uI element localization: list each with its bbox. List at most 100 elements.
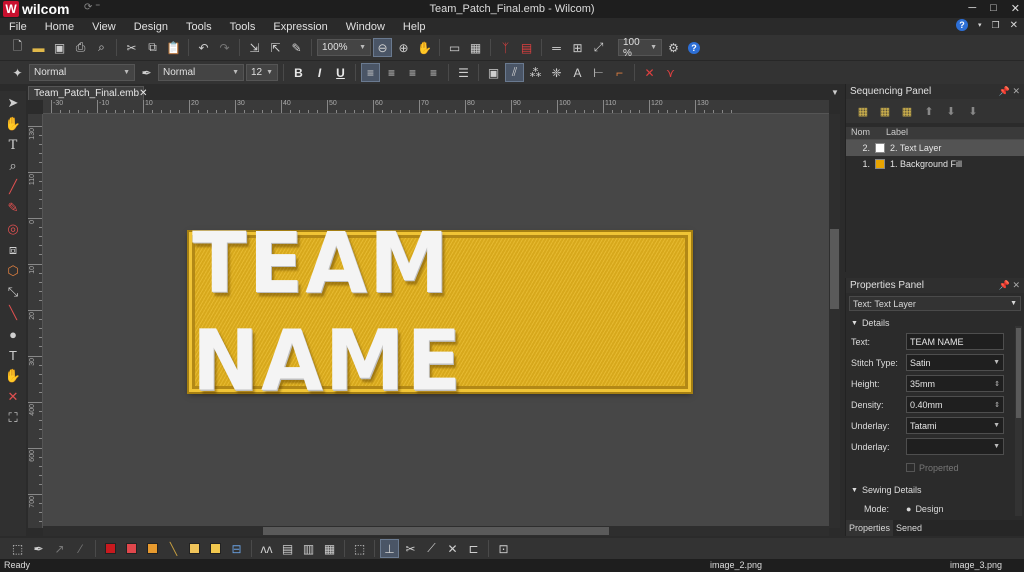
help-icon[interactable]: ?: [956, 19, 969, 31]
line-icon[interactable]: ╲: [164, 539, 183, 558]
stitch-red2-icon[interactable]: ▤: [517, 38, 536, 57]
list-icon[interactable]: ☰: [454, 63, 473, 82]
color-tool-icon[interactable]: ●: [2, 324, 24, 344]
open-folder-icon[interactable]: ▬: [29, 38, 48, 57]
grid-view-icon[interactable]: ▦: [466, 38, 485, 57]
move-down-icon[interactable]: ⬇: [942, 102, 960, 120]
font-size-select[interactable]: 12 ▼: [246, 64, 278, 81]
text-tool-icon[interactable]: T: [2, 135, 24, 155]
menu-design[interactable]: Design: [125, 21, 177, 33]
color-swatch-gold[interactable]: [189, 543, 200, 554]
node-tool-icon[interactable]: ⬡: [2, 261, 24, 281]
menu-tools-2[interactable]: Tools: [221, 21, 265, 33]
stitch-type-select[interactable]: Satin ▼: [906, 354, 1004, 371]
paste-icon[interactable]: 📋: [164, 38, 183, 57]
object-properties-icon[interactable]: ✦: [8, 63, 27, 82]
properted-checkbox[interactable]: [906, 463, 915, 472]
move-bottom-icon[interactable]: ⬇: [964, 102, 982, 120]
brush-icon[interactable]: ✎: [287, 38, 306, 57]
measure-icon[interactable]: ═: [547, 38, 566, 57]
eyedropper-icon[interactable]: ✒: [29, 539, 48, 558]
hand2-tool-icon[interactable]: ✋: [2, 366, 24, 386]
font-select[interactable]: Normal ▼: [158, 64, 244, 81]
branching-icon[interactable]: ⁂: [526, 63, 545, 82]
letter-spacing-icon[interactable]: A: [568, 63, 587, 82]
horizontal-scrollbar[interactable]: [43, 526, 829, 536]
shape-icon[interactable]: ▣: [484, 63, 503, 82]
zoom-tool-icon[interactable]: ⌕: [2, 156, 24, 176]
menu-tools[interactable]: Tools: [177, 21, 221, 33]
cut-icon[interactable]: ✂: [122, 38, 141, 57]
design-canvas[interactable]: TEAM NAME: [43, 114, 829, 528]
zoom-in-icon[interactable]: ⊕: [394, 38, 413, 57]
measure-line-icon[interactable]: ⟋: [422, 539, 441, 558]
underlay-select[interactable]: Tatami ▼: [906, 417, 1004, 434]
menu-window[interactable]: Window: [337, 21, 394, 33]
hoop-frame-icon[interactable]: ⊡: [494, 539, 513, 558]
toolbar-help-icon[interactable]: ?: [688, 41, 700, 54]
effects-icon[interactable]: ❈: [547, 63, 566, 82]
pencil-tool-icon[interactable]: ✎: [2, 198, 24, 218]
print-preview-icon[interactable]: ⌕: [92, 38, 111, 57]
text-field[interactable]: TEAM NAME: [906, 333, 1004, 350]
pin-icon[interactable]: 📌 ✕: [999, 86, 1020, 97]
restore-icon[interactable]: ❐: [992, 20, 1000, 31]
crosshair-icon[interactable]: ✕: [443, 539, 462, 558]
document-tab[interactable]: Team_Patch_Final.emb ✕: [28, 86, 147, 100]
minimize-icon[interactable]: ─: [968, 2, 976, 15]
color-swatch-red[interactable]: [105, 543, 116, 554]
hand-icon[interactable]: ✋: [2, 114, 24, 134]
menu-home[interactable]: Home: [36, 21, 83, 33]
wave-icon[interactable]: ᴧᴧ: [257, 539, 276, 558]
justify-icon[interactable]: ≡: [424, 63, 443, 82]
tab-properties[interactable]: Properties: [846, 520, 894, 536]
properties-scrollbar[interactable]: [1015, 326, 1022, 516]
mode-radio[interactable]: ●: [906, 504, 911, 514]
tab-close-icon[interactable]: ✕: [139, 88, 147, 99]
help-dropdown-icon[interactable]: ▾: [978, 21, 982, 29]
import-icon[interactable]: ⇲: [245, 38, 264, 57]
italic-button[interactable]: I: [310, 63, 329, 82]
color-swatch-orange[interactable]: [147, 543, 158, 554]
frame-icon[interactable]: ⊏: [464, 539, 483, 558]
tab-list-icon[interactable]: ▼: [831, 88, 839, 97]
details-section[interactable]: ▼ Details: [846, 315, 1024, 331]
pen-icon[interactable]: ✒: [137, 63, 156, 82]
circle-tool-icon[interactable]: ◎: [2, 219, 24, 239]
split-icon[interactable]: ✂: [401, 539, 420, 558]
new-file-icon[interactable]: 🗋: [8, 38, 27, 57]
stitch-preview-icon[interactable]: ⊟: [227, 539, 246, 558]
wand-icon[interactable]: ⁄: [71, 539, 90, 558]
delete-stitch-icon[interactable]: ✕: [640, 63, 659, 82]
cross-tool-icon[interactable]: ✕: [2, 387, 24, 407]
arrow-icon[interactable]: ↗: [50, 539, 69, 558]
menu-expression[interactable]: Expression: [264, 21, 336, 33]
bold-button[interactable]: B: [289, 63, 308, 82]
select-arrow-icon[interactable]: ➤: [2, 93, 24, 113]
group-icon[interactable]: ▦: [854, 102, 872, 120]
undo-icon[interactable]: ↶: [194, 38, 213, 57]
line-tool-icon[interactable]: ╱: [2, 177, 24, 197]
settings-icon[interactable]: ⚙: [664, 38, 683, 57]
grid-icon[interactable]: ▦: [320, 539, 339, 558]
transform-tool-icon[interactable]: ⤡: [2, 282, 24, 302]
height-spinner[interactable]: 35mm ⇕: [906, 375, 1004, 392]
vertical-scrollbar[interactable]: [829, 114, 840, 528]
style-select[interactable]: Normal ▼: [29, 64, 135, 81]
move-up-icon[interactable]: ⬆: [920, 102, 938, 120]
fill-tool-icon[interactable]: ⧈: [2, 240, 24, 260]
team-patch[interactable]: TEAM NAME: [187, 214, 693, 410]
menu-help[interactable]: Help: [394, 21, 435, 33]
print-icon[interactable]: ⎙: [71, 38, 90, 57]
hoop-icon[interactable]: ▭: [445, 38, 464, 57]
resize-icon[interactable]: ⤢: [589, 38, 608, 57]
underlay2-select[interactable]: ▼: [906, 438, 1004, 455]
knife-tool-icon[interactable]: ╲: [2, 303, 24, 323]
baseline-icon[interactable]: ⊢: [589, 63, 608, 82]
satin-icon[interactable]: ▤: [278, 539, 297, 558]
merge-icon[interactable]: ▦: [898, 102, 916, 120]
stitch-angle-icon[interactable]: ⫽: [505, 63, 524, 82]
zoom-percent-select[interactable]: 100 % ▼: [618, 37, 662, 59]
align-left-icon[interactable]: ≡: [361, 63, 380, 82]
tab-sened[interactable]: Sened: [893, 520, 925, 536]
